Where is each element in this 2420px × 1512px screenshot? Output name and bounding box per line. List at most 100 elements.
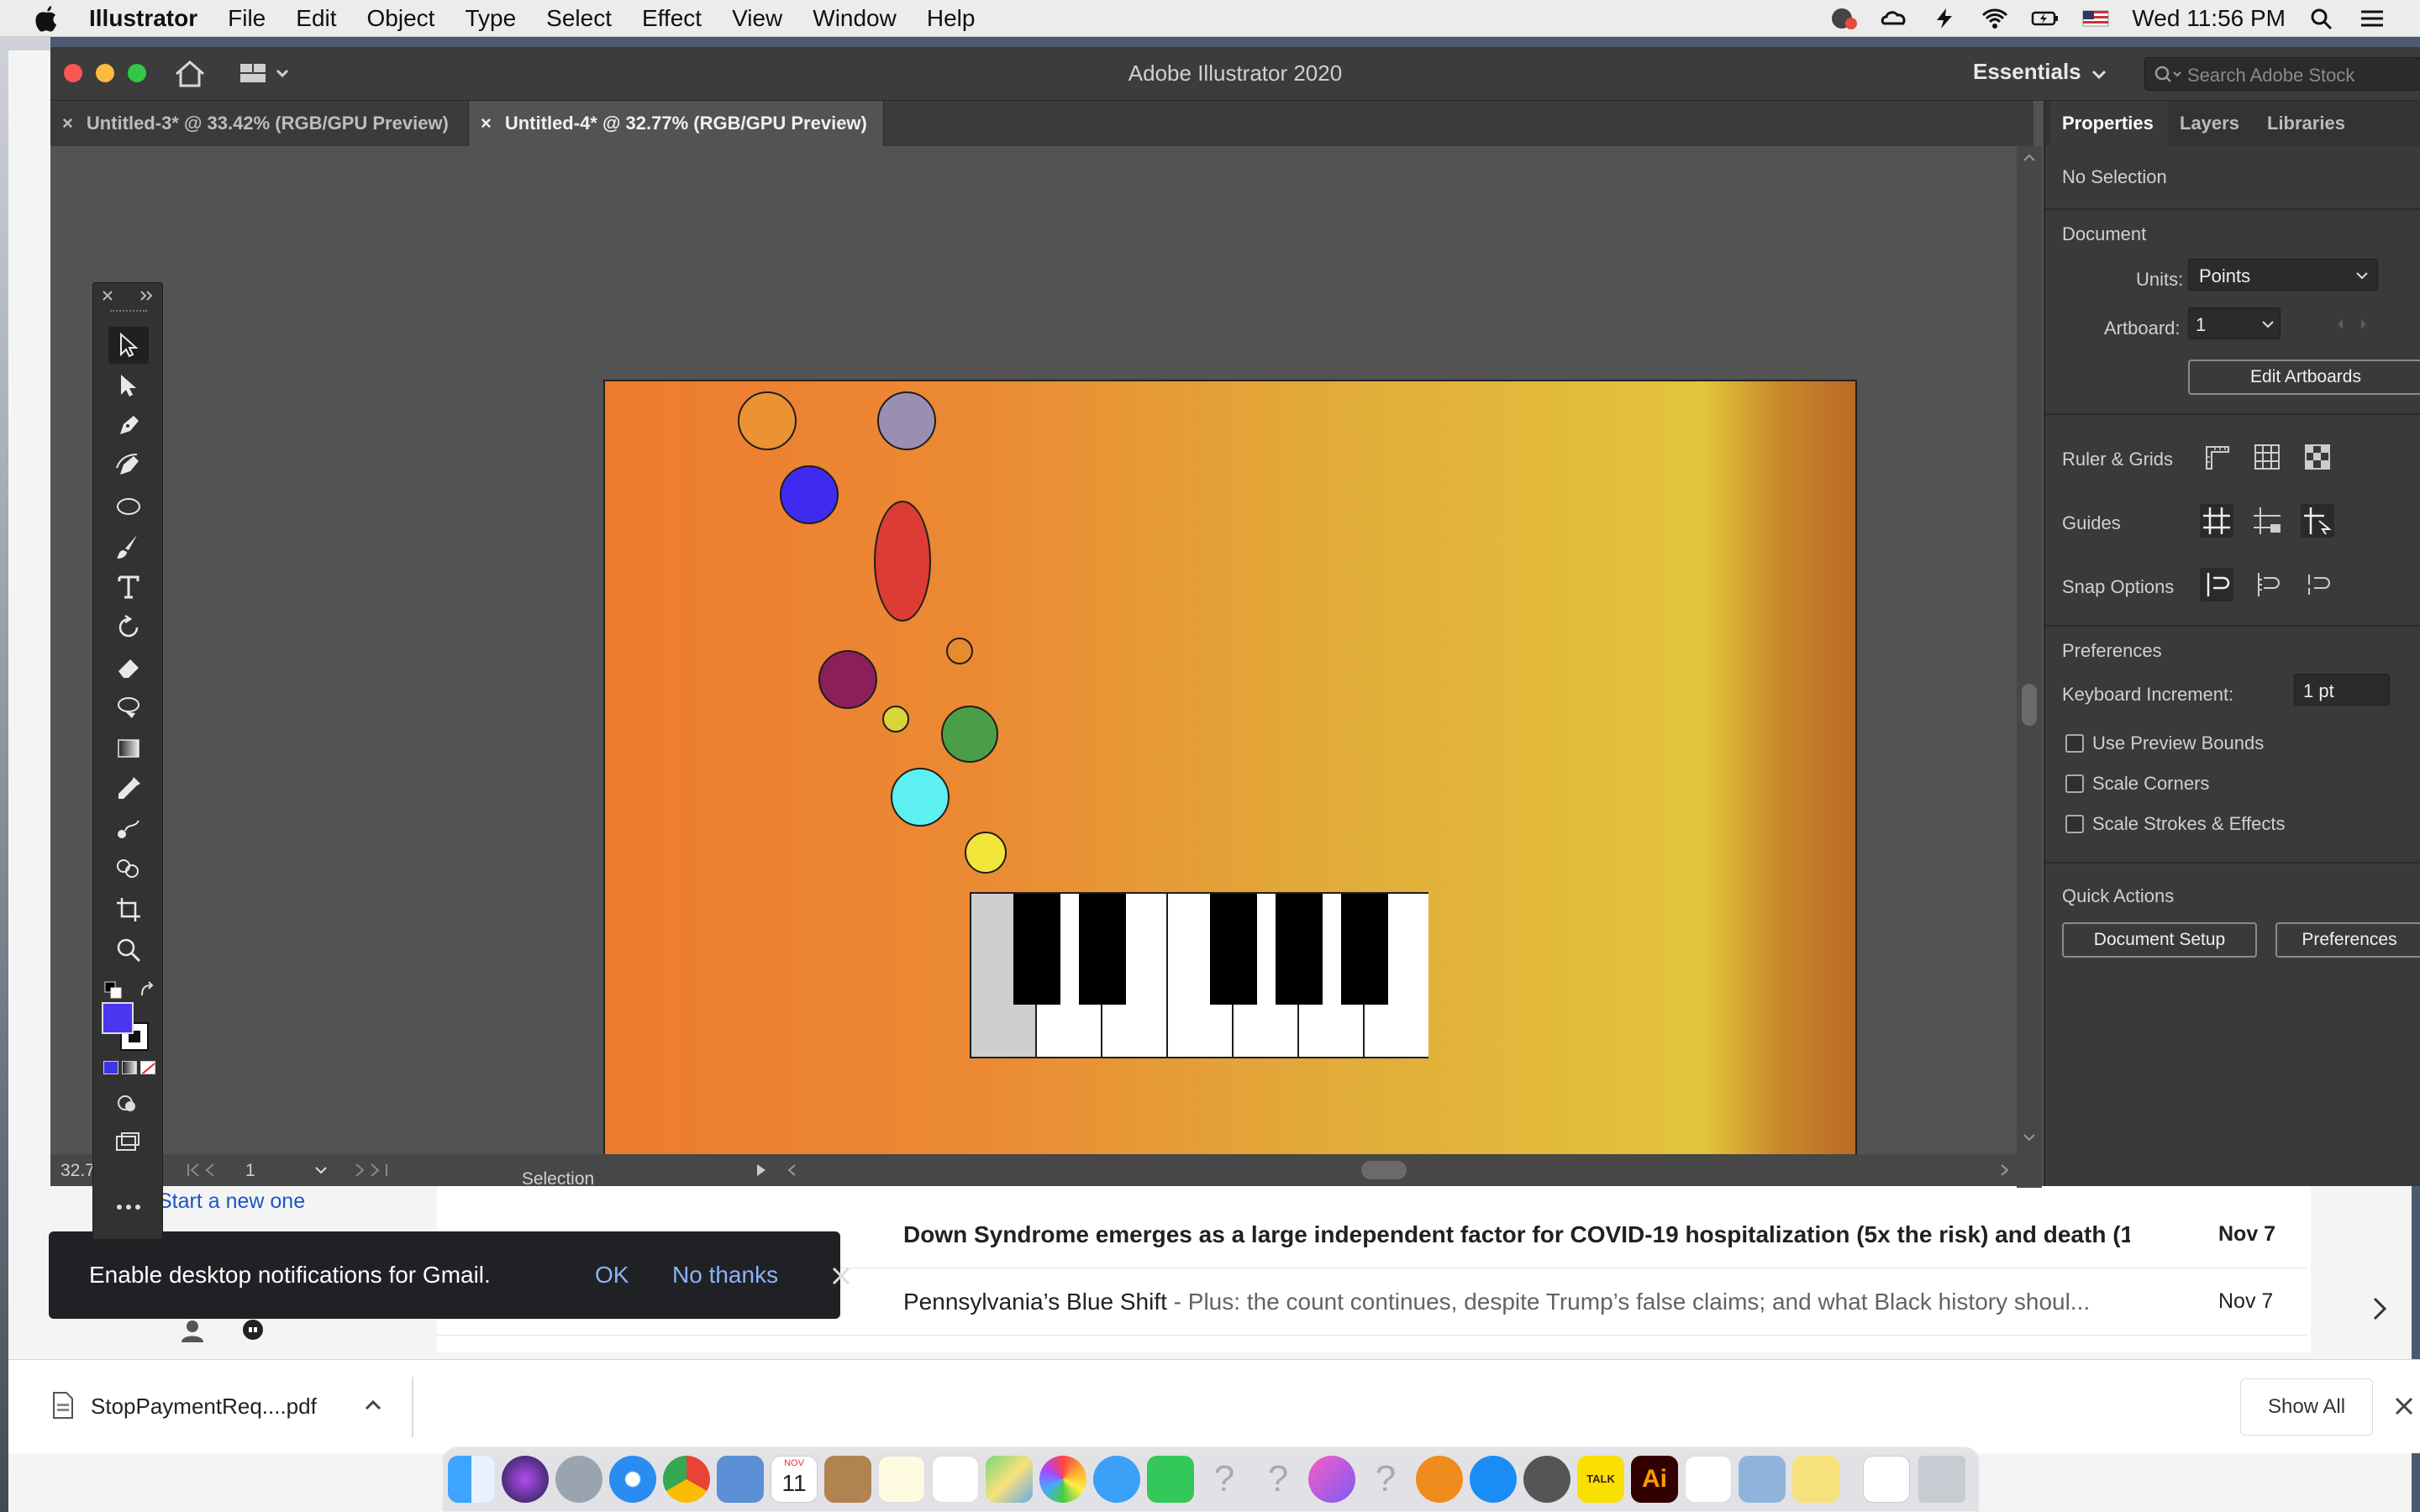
workspace-switcher[interactable]: Essentials bbox=[1973, 59, 2081, 85]
menu-type[interactable]: Type bbox=[465, 5, 516, 32]
color-button[interactable] bbox=[103, 1061, 118, 1074]
app-menu[interactable]: Illustrator bbox=[89, 5, 197, 32]
snap-to-glyph-icon[interactable] bbox=[2301, 568, 2334, 601]
artboard-tool[interactable] bbox=[108, 891, 149, 928]
panel-grip[interactable] bbox=[110, 310, 147, 313]
gradient-button[interactable] bbox=[122, 1061, 137, 1074]
chevron-right-icon[interactable] bbox=[2368, 1294, 2393, 1324]
chevron-down-icon[interactable] bbox=[2089, 64, 2109, 84]
download-filename[interactable]: StopPaymentReq....pdf bbox=[91, 1394, 317, 1420]
current-tool-status[interactable]: Selection bbox=[522, 1161, 594, 1198]
close-icon[interactable] bbox=[2393, 1395, 2415, 1417]
us-flag-icon[interactable] bbox=[2081, 7, 2110, 30]
piano-keyboard[interactable] bbox=[970, 892, 1428, 1058]
rulers-icon[interactable] bbox=[2200, 440, 2233, 474]
gradient-tool[interactable] bbox=[108, 730, 149, 767]
unknown-app-icon[interactable]: ? bbox=[1255, 1456, 1302, 1503]
system-preferences-icon[interactable] bbox=[1523, 1456, 1570, 1503]
blend-tool[interactable] bbox=[108, 811, 149, 848]
smart-guides-icon[interactable] bbox=[2301, 504, 2334, 538]
clock[interactable]: Wed 11:56 PM bbox=[2132, 5, 2286, 32]
menu-file[interactable]: File bbox=[228, 5, 266, 32]
show-guides-icon[interactable] bbox=[2200, 504, 2233, 538]
tab-untitled-4[interactable]: × Untitled-4* @ 32.77% (RGB/GPU Preview) bbox=[469, 101, 884, 146]
toast-no-thanks-button[interactable]: No thanks bbox=[672, 1262, 778, 1289]
circle-shape[interactable] bbox=[946, 638, 973, 664]
messages-app-icon[interactable] bbox=[1093, 1456, 1140, 1503]
draw-mode-icon[interactable] bbox=[113, 1091, 142, 1116]
curvature-tool[interactable] bbox=[108, 448, 149, 485]
artboard-next-icon[interactable] bbox=[350, 1163, 400, 1178]
piano-black-key[interactable] bbox=[1013, 894, 1060, 1005]
artboard-number[interactable]: 1 bbox=[245, 1161, 255, 1181]
screen-mode-icon[interactable] bbox=[113, 1130, 142, 1155]
unknown-app-icon[interactable]: ? bbox=[1362, 1456, 1409, 1503]
scrollbar-thumb[interactable] bbox=[2022, 684, 2037, 726]
circle-shape[interactable] bbox=[941, 706, 998, 763]
piano-black-key[interactable] bbox=[1079, 894, 1126, 1005]
document-setup-button[interactable]: Document Setup bbox=[2062, 922, 2257, 958]
swap-colors-icon[interactable] bbox=[137, 980, 157, 1000]
app-store-icon[interactable] bbox=[1470, 1456, 1517, 1503]
artboard-prev-icon[interactable] bbox=[185, 1163, 235, 1178]
circle-shape[interactable] bbox=[882, 706, 909, 732]
chevron-up-icon[interactable] bbox=[361, 1394, 385, 1417]
close-tab-icon[interactable]: × bbox=[62, 113, 73, 134]
launchpad-app-icon[interactable] bbox=[555, 1456, 602, 1503]
circle-shape[interactable] bbox=[818, 650, 877, 709]
close-icon[interactable] bbox=[829, 1263, 854, 1289]
trash-icon[interactable] bbox=[1918, 1456, 1965, 1503]
transparency-grid-icon[interactable] bbox=[2301, 440, 2334, 474]
use-preview-bounds-checkbox[interactable] bbox=[2065, 734, 2084, 753]
circle-shape[interactable] bbox=[965, 832, 1007, 874]
units-dropdown[interactable]: Points bbox=[2188, 259, 2378, 291]
lasso-tool[interactable] bbox=[108, 690, 149, 727]
apple-logo-icon[interactable] bbox=[34, 4, 59, 33]
circle-shape[interactable] bbox=[780, 465, 839, 524]
scale-corners-checkbox[interactable] bbox=[2065, 774, 2084, 793]
wifi-icon[interactable] bbox=[1981, 7, 2009, 30]
snap-to-pixel-icon[interactable] bbox=[2250, 568, 2284, 601]
edit-artboards-button[interactable]: Edit Artboards bbox=[2188, 360, 2420, 395]
scroll-left-icon[interactable] bbox=[783, 1163, 800, 1178]
scroll-up-icon[interactable] bbox=[2022, 151, 2037, 163]
notes-app-icon[interactable] bbox=[878, 1456, 925, 1503]
show-all-button[interactable]: Show All bbox=[2240, 1378, 2373, 1436]
reminders-app-icon[interactable] bbox=[932, 1456, 979, 1503]
play-arrow-icon[interactable] bbox=[753, 1163, 770, 1178]
slack-app-icon[interactable] bbox=[1685, 1456, 1732, 1503]
siri-app-icon[interactable] bbox=[502, 1456, 549, 1503]
battery-icon[interactable] bbox=[2031, 7, 2060, 30]
vertical-scrollbar[interactable] bbox=[2017, 146, 2042, 1188]
maps-app-icon[interactable] bbox=[986, 1456, 1033, 1503]
menu-help[interactable]: Help bbox=[927, 5, 976, 32]
calendar-app-icon[interactable]: NOV 11 bbox=[771, 1456, 818, 1503]
direct-selection-tool[interactable] bbox=[108, 367, 149, 404]
photos-app-icon[interactable] bbox=[1039, 1456, 1086, 1503]
eraser-tool[interactable] bbox=[108, 649, 149, 686]
zoom-level[interactable]: 32.7 bbox=[60, 1161, 95, 1181]
scroll-down-icon[interactable] bbox=[2022, 1132, 2037, 1144]
none-button[interactable] bbox=[140, 1061, 155, 1074]
finder-app-icon[interactable] bbox=[448, 1456, 495, 1503]
rotate-tool[interactable] bbox=[108, 609, 149, 646]
snap-to-point-icon[interactable] bbox=[2200, 568, 2233, 601]
default-colors-icon[interactable] bbox=[103, 980, 124, 1000]
notification-badge-icon[interactable] bbox=[1829, 7, 1858, 30]
menu-select[interactable]: Select bbox=[546, 5, 612, 32]
lock-guides-icon[interactable] bbox=[2250, 504, 2284, 538]
circle-shape[interactable] bbox=[877, 391, 936, 450]
keyboard-increment-input[interactable]: 1 pt bbox=[2294, 674, 2390, 706]
piano-black-key[interactable] bbox=[1341, 894, 1388, 1005]
chevron-down-icon[interactable] bbox=[313, 1163, 329, 1178]
tab-untitled-3[interactable]: × Untitled-3* @ 33.42% (RGB/GPU Preview) bbox=[50, 101, 469, 146]
scale-strokes-effects-checkbox[interactable] bbox=[2065, 815, 2084, 833]
type-tool[interactable] bbox=[108, 569, 149, 606]
scroll-right-icon[interactable] bbox=[1996, 1163, 2013, 1178]
safari-app-icon[interactable] bbox=[609, 1456, 656, 1503]
close-panel-icon[interactable] bbox=[100, 288, 115, 303]
menu-view[interactable]: View bbox=[732, 5, 782, 32]
piano-black-key[interactable] bbox=[1210, 894, 1257, 1005]
image-capture-app-icon[interactable] bbox=[1739, 1456, 1786, 1503]
canvas[interactable] bbox=[50, 146, 2017, 1163]
